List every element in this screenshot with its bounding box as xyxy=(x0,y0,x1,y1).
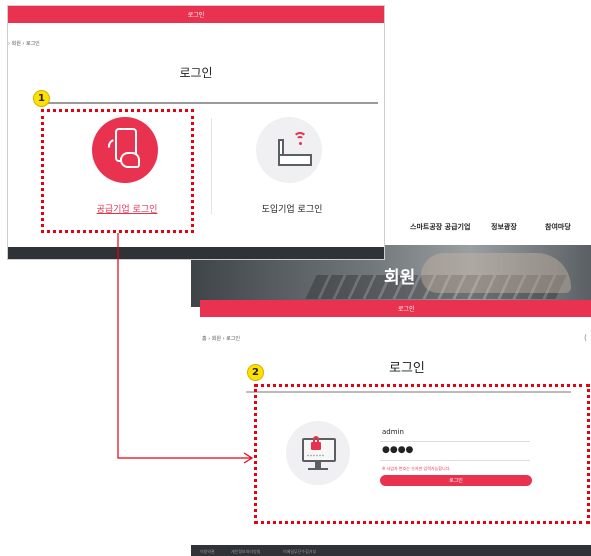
footer xyxy=(8,247,384,259)
factory-shape xyxy=(278,154,312,166)
nav-item-participation[interactable]: 참여마당 xyxy=(545,222,571,232)
page-title: 로그인 xyxy=(179,66,213,80)
column-divider xyxy=(211,118,212,214)
factory-wifi-icon[interactable] xyxy=(256,117,322,183)
footer-link-terms[interactable]: 이용약관 xyxy=(200,549,215,555)
hero-hand-image xyxy=(421,253,571,293)
footer-link-privacy[interactable]: 개인정보처리방침 xyxy=(231,549,260,555)
highlight-box-step1 xyxy=(41,109,194,233)
section-bar: 로그인 xyxy=(200,300,591,317)
breadcrumb: › 회원 › 로그인 xyxy=(8,41,40,47)
section-bar-label: 로그인 xyxy=(398,306,415,313)
top-bar-label: 로그인 xyxy=(187,12,205,19)
edge-icon: ( xyxy=(584,333,588,342)
breadcrumb: 홈 › 회원 › 로그인 xyxy=(202,336,240,342)
nav-item-supplier[interactable]: 스마트공장 공급기업 xyxy=(410,222,470,232)
footer-link-email[interactable]: 이메일무단수집거부 xyxy=(283,549,316,555)
top-bar: 로그인 xyxy=(8,6,384,23)
wifi-dot-shape xyxy=(299,142,302,145)
importer-login-link[interactable]: 도입기업 로그인 xyxy=(228,202,356,215)
nav-item-info[interactable]: 정보광장 xyxy=(491,222,517,232)
step2-badge: 2 xyxy=(247,364,264,381)
hero-title: 회원 xyxy=(384,268,416,288)
title-divider xyxy=(41,102,378,104)
footer: 이용약관 개인정보처리방침 이메일무단수집거부 xyxy=(191,545,591,556)
step1-badge: 1 xyxy=(33,90,50,107)
highlight-box-step2 xyxy=(254,384,590,524)
page-title: 로그인 xyxy=(389,361,425,376)
